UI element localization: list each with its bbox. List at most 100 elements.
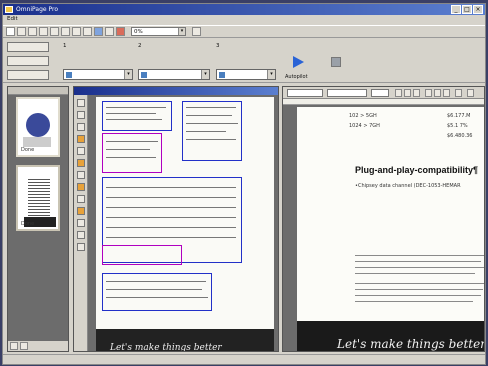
align-left-icon[interactable] [425, 89, 432, 97]
text-zone[interactable] [102, 273, 212, 311]
footer-slogan: Let's make things better [110, 343, 222, 352]
menu-bar: Edit [3, 15, 485, 24]
ignore-zone-icon[interactable] [77, 147, 85, 155]
zone-tool-icon[interactable] [77, 195, 85, 203]
close-button[interactable]: × [473, 5, 483, 14]
chevron-down-icon: ▾ [267, 70, 275, 79]
table-row-label: 1024 > 7GH [349, 123, 380, 129]
step-2-number: 2 [138, 43, 142, 49]
page-footer-band: Let's make things better [297, 321, 485, 351]
table-zone-icon[interactable] [77, 123, 85, 131]
stop-square-icon[interactable] [331, 57, 341, 67]
table-row-value: $6.480.36 [447, 133, 473, 139]
page-thumbnail-1[interactable]: Done [16, 97, 60, 157]
image-panel-header [74, 87, 278, 95]
side-button-3[interactable] [7, 70, 49, 80]
window-title: OmniPage Pro [16, 6, 58, 13]
align-center-icon[interactable] [434, 89, 441, 97]
open-icon[interactable] [17, 27, 26, 36]
step-1-number: 1 [63, 43, 67, 49]
save-icon[interactable] [28, 27, 37, 36]
scanner-icon [66, 72, 72, 78]
text-editor-panel: 102 > 5GH $6.177.M 1024 > 7GH $5.1 7% $6… [282, 86, 485, 352]
new-icon[interactable] [6, 27, 15, 36]
ocr-wizard-bar: 1 2 3 ▾ ▾ ▾ [3, 39, 485, 83]
chevron-down-icon: ▾ [201, 70, 209, 79]
side-button-2[interactable] [7, 56, 49, 66]
stop-icon[interactable] [116, 27, 125, 36]
thumbnail-graphic [23, 137, 51, 147]
cut-icon[interactable] [50, 27, 59, 36]
tab-1[interactable] [10, 342, 18, 350]
minimize-button[interactable]: _ [451, 5, 461, 14]
main-toolbar: 0% ▾ [3, 25, 485, 38]
recognized-page[interactable]: 102 > 5GH $6.177.M 1024 > 7GH $5.1 7% $6… [297, 107, 485, 351]
zone-tool-icon[interactable] [77, 183, 85, 191]
thumbnail-graphic [26, 113, 50, 137]
status-bar [3, 354, 485, 364]
ruler[interactable] [283, 99, 484, 105]
underline-icon[interactable] [413, 89, 420, 97]
zoom-out-icon[interactable] [105, 27, 114, 36]
text-zone[interactable] [102, 245, 182, 265]
original-image-panel: Let's make things better [73, 86, 279, 352]
menu-item-edit[interactable]: Edit [7, 15, 18, 24]
play-icon[interactable] [293, 56, 304, 68]
section-heading: Plug-and-play-compatibility¶ [355, 165, 479, 175]
zoom-in-icon[interactable] [94, 27, 103, 36]
chevron-down-icon: ▾ [178, 28, 185, 35]
text-zone[interactable] [102, 101, 172, 131]
panel-tabs [8, 341, 68, 351]
title-bar: OmniPage Pro _ □ × [3, 4, 485, 15]
app-icon [5, 6, 13, 13]
undo-icon[interactable] [83, 27, 92, 36]
recognition-combo[interactable]: ▾ [138, 69, 210, 80]
print-icon[interactable] [39, 27, 48, 36]
recognition-icon [141, 72, 147, 78]
zone-tool-icon[interactable] [77, 207, 85, 215]
table-row-value: $6.177.M [447, 113, 471, 119]
pointer-tool-icon[interactable] [77, 99, 85, 107]
maximize-button[interactable]: □ [462, 5, 472, 14]
window-controls: _ □ × [451, 5, 483, 14]
bold-icon[interactable] [395, 89, 402, 97]
zoom-tool-icon[interactable] [77, 231, 85, 239]
step-3-number: 3 [216, 43, 220, 49]
copy-icon[interactable] [61, 27, 70, 36]
zone-tool-icon[interactable] [77, 219, 85, 227]
zone-tool-icon[interactable] [77, 159, 85, 167]
export-combo[interactable]: ▾ [216, 69, 276, 80]
align-right-icon[interactable] [443, 89, 450, 97]
hand-tool-icon[interactable] [77, 243, 85, 251]
page-thumbnail-panel: Done Done [7, 86, 69, 352]
text-zone-icon[interactable] [77, 111, 85, 119]
thumbnail-panel-header [8, 87, 68, 95]
italic-icon[interactable] [404, 89, 411, 97]
bullet-text: •Chipsey data channel (DEC-1053-HEMAR [355, 183, 461, 189]
thumbnail-label: Done [21, 221, 35, 227]
side-button-1[interactable] [7, 42, 49, 52]
table-row-value: $5.1 7% [447, 123, 468, 129]
page-footer-band: Let's make things better [96, 329, 274, 352]
footer-slogan: Let's make things better [337, 337, 485, 351]
color-icon[interactable] [455, 89, 462, 97]
zoom-value: 0% [134, 29, 143, 35]
zone-tool-icon[interactable] [77, 171, 85, 179]
zoom-select[interactable]: 0% ▾ [131, 27, 186, 36]
thumbnail-graphic [28, 177, 50, 217]
text-zone[interactable] [102, 133, 162, 173]
scanned-page: Let's make things better [96, 97, 274, 352]
page-thumbnail-2[interactable]: Done [16, 165, 60, 231]
paste-icon[interactable] [72, 27, 81, 36]
style-select[interactable] [287, 89, 323, 97]
tab-2[interactable] [20, 342, 28, 350]
graphic-zone-icon[interactable] [77, 135, 85, 143]
font-select[interactable] [327, 89, 367, 97]
zoom-icon[interactable] [467, 89, 474, 97]
help-icon[interactable] [192, 27, 201, 36]
zone-toolbar [74, 95, 88, 351]
table-row-label: 102 > 5GH [349, 113, 377, 119]
input-source-combo[interactable]: ▾ [63, 69, 133, 80]
autopilot-label[interactable]: Autopilot [285, 74, 308, 80]
size-select[interactable] [371, 89, 389, 97]
